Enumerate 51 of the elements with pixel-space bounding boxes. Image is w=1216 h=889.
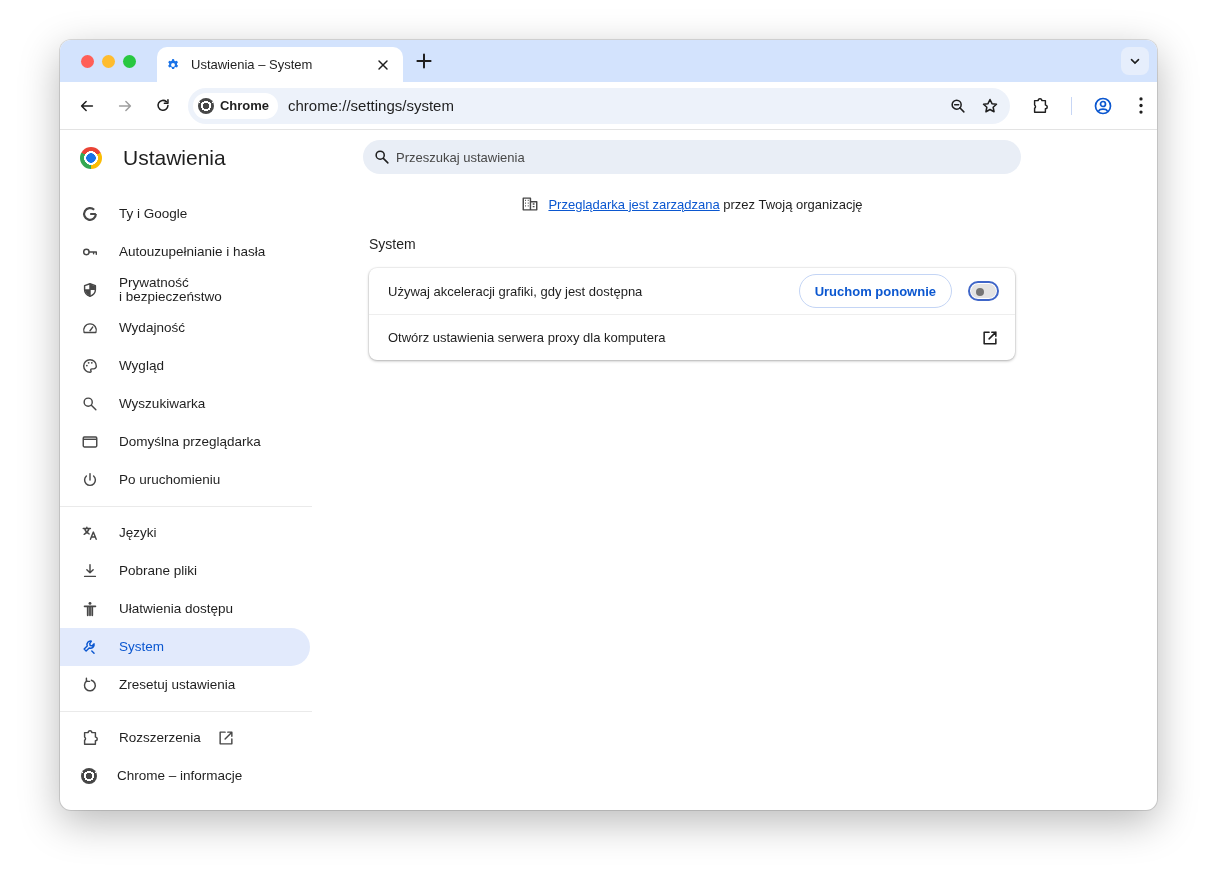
translate-icon: [81, 524, 99, 542]
setting-label: Używaj akceleracji grafiki, gdy jest dostępna: [388, 283, 644, 299]
page-title: Ustawienia: [123, 146, 226, 170]
tab-title: Ustawienia – System: [191, 57, 314, 72]
download-icon: [81, 562, 99, 580]
site-chip[interactable]: Chrome: [192, 92, 279, 119]
sidebar-item[interactable]: Ty i Google: [60, 195, 310, 233]
sidebar-item[interactable]: Wygląd: [60, 347, 310, 385]
power-icon: [81, 471, 99, 489]
setting-label: Otwórz ustawienia serwera proxy dla komputera: [388, 330, 667, 345]
search-icon: [81, 395, 99, 413]
sidebar-item[interactable]: System: [60, 628, 310, 666]
google-g-icon: [81, 205, 99, 223]
sidebar-item[interactable]: Rozszerzenia: [60, 719, 310, 757]
shield-icon: [81, 281, 99, 299]
managed-link[interactable]: Przeglądarka jest zarządzana: [548, 196, 720, 212]
search-field[interactable]: Przeszukaj ustawienia: [363, 140, 1021, 174]
kebab-menu-icon: [1139, 97, 1143, 114]
puzzle-icon: [81, 729, 99, 747]
managed-notice: Przeglądarka jest zarządzana przez Twoją organizację: [548, 196, 863, 212]
address-bar[interactable]: Chrome chrome://settings/system: [187, 87, 1010, 124]
sidebar-item[interactable]: Wyszukiwarka: [60, 385, 310, 423]
sidebar-item[interactable]: Wydajność: [60, 309, 310, 347]
building-icon: [521, 195, 540, 213]
sidebar-item[interactable]: Zresetuj ustawienia: [60, 666, 310, 704]
sidebar-item[interactable]: Chrome – informacje: [60, 757, 310, 795]
palette-icon: [81, 357, 99, 375]
tab-search-button[interactable]: [1121, 47, 1149, 75]
sidebar-item[interactable]: Autouzupełnianie i hasła: [60, 233, 310, 271]
profile-icon: [1093, 95, 1113, 116]
restart-button[interactable]: Uruchom ponownie: [798, 274, 952, 308]
external-link-icon[interactable]: [981, 328, 999, 347]
sidebar-item[interactable]: Języki: [60, 514, 310, 552]
browser-window-icon: [81, 433, 99, 451]
sidebar-item[interactable]: Domyślna przeglądarka: [60, 423, 310, 461]
star-icon: [981, 96, 999, 115]
section-title: System: [369, 236, 417, 252]
sidebar-item[interactable]: Prywatność i bezpieczeństwo: [60, 271, 310, 309]
toggle-switch[interactable]: [968, 281, 999, 301]
chrome-logo-icon: [80, 147, 102, 169]
chrome-logo-icon: [81, 768, 97, 784]
chrome-logo-icon: [197, 97, 214, 114]
zoom-out-icon: [949, 96, 967, 115]
sidebar-item[interactable]: Pobrane pliki: [60, 552, 310, 590]
circular-arrow-icon: [81, 676, 99, 694]
accessibility-icon: [81, 600, 99, 618]
browser-tab[interactable]: Ustawienia – System: [157, 47, 403, 82]
puzzle-icon: [1031, 96, 1049, 115]
sidebar-item[interactable]: Ułatwienia dostępu: [60, 590, 310, 628]
sidebar-item[interactable]: Po uruchomieniu: [60, 461, 310, 499]
url-text: chrome://settings/system: [288, 97, 455, 114]
